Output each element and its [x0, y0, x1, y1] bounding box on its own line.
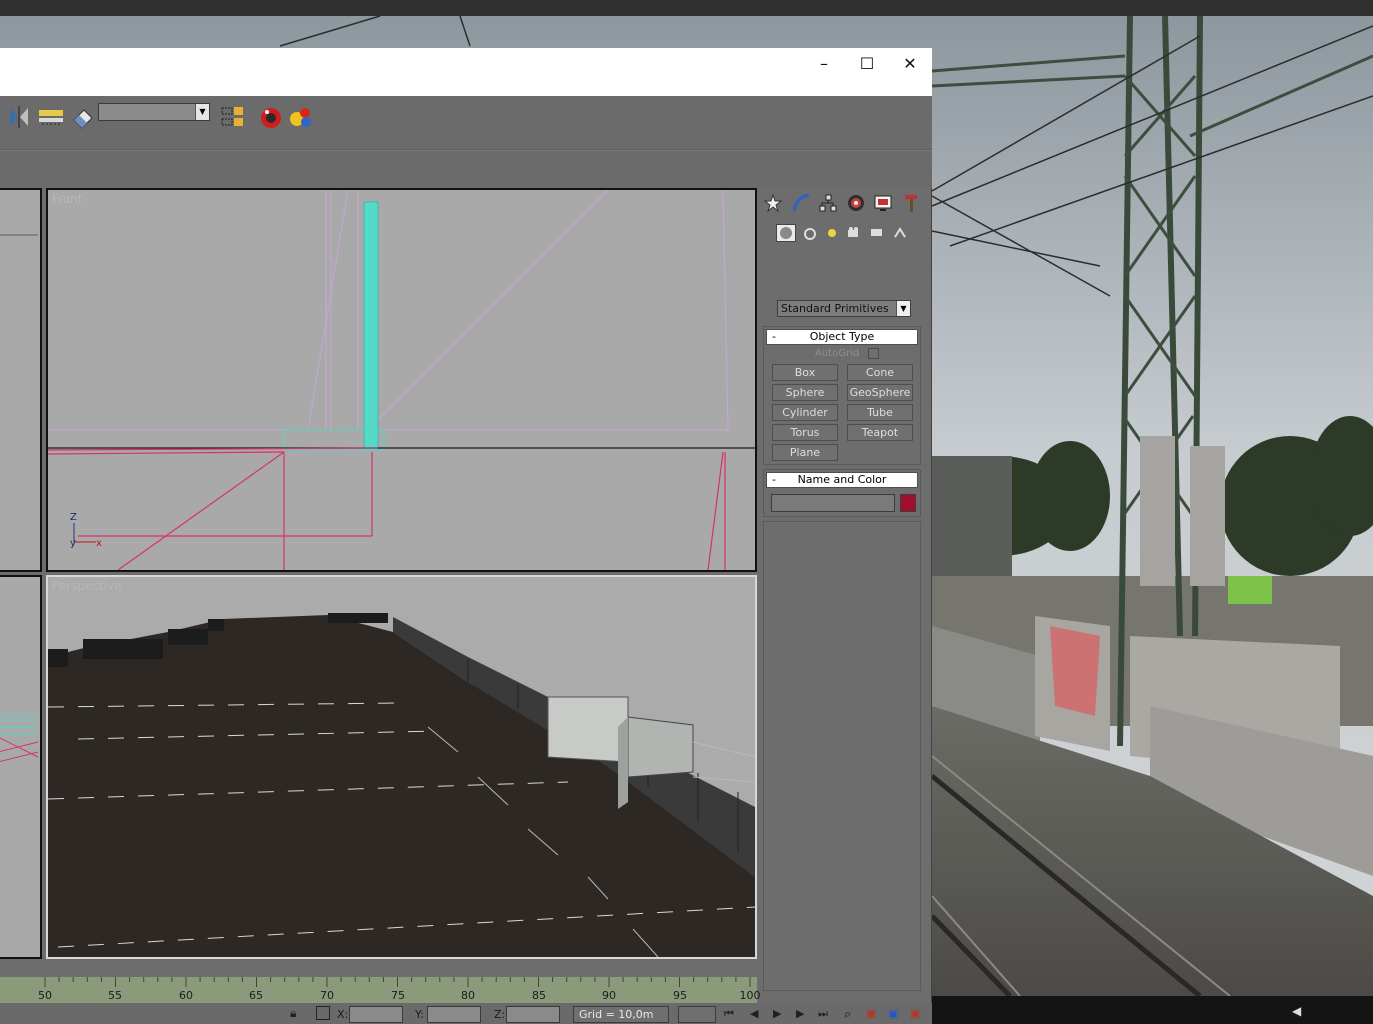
primitive-category-value: Standard Primitives — [781, 302, 889, 315]
front-viewport[interactable]: Front Z y x — [46, 188, 757, 572]
minimize-button[interactable]: – — [802, 48, 846, 78]
volume-icon[interactable]: ◀ — [1292, 1004, 1301, 1018]
next-frame-icon[interactable]: ▶ — [796, 1007, 804, 1020]
z-label: Z: — [494, 1008, 506, 1021]
utilities-tab-icon[interactable] — [899, 192, 923, 214]
app-window: – ☐ ✕ ▼ Front Z y x Perspective Standard… — [0, 48, 932, 1024]
left-viewport[interactable] — [0, 575, 42, 959]
maximize-button[interactable]: ☐ — [845, 48, 889, 78]
name-and-color-header[interactable]: - Name and Color — [766, 472, 918, 488]
tube-button[interactable]: Tube — [847, 404, 913, 421]
x-label: X: — [337, 1008, 349, 1021]
sphere-button[interactable]: Sphere — [772, 384, 838, 401]
autogrid-checkbox[interactable] — [868, 348, 879, 359]
x-coordinate-field[interactable] — [349, 1006, 403, 1023]
tick-label: 85 — [532, 989, 546, 1002]
zoom-all-icon[interactable]: ▣ — [866, 1007, 876, 1020]
track-bar[interactable]: 50 55 60 65 70 75 80 85 90 95 100 — [0, 977, 761, 1003]
eraser-icon[interactable] — [70, 104, 96, 130]
helpers-category-icon[interactable] — [868, 225, 886, 245]
go-to-start-icon[interactable]: ⏮ — [724, 1007, 734, 1021]
main-toolbar: ▼ — [0, 96, 932, 150]
previous-frame-icon[interactable]: ◀ — [750, 1007, 758, 1020]
command-panel: Standard Primitives ▼ - Object Type Auto… — [757, 188, 929, 998]
geosphere-button[interactable]: GeoSphere — [847, 384, 913, 401]
render-setup-icon[interactable] — [258, 104, 284, 130]
named-selection-value — [99, 109, 102, 122]
tick-label: 60 — [179, 989, 193, 1002]
title-bar: – ☐ ✕ — [0, 48, 932, 96]
collapse-icon: - — [772, 473, 776, 486]
top-bar — [0, 0, 1373, 16]
secondary-toolbar — [0, 150, 932, 188]
tick-label: 50 — [38, 989, 52, 1002]
box-button[interactable]: Box — [772, 364, 838, 381]
absolute-mode-icon[interactable] — [316, 1006, 330, 1020]
tick-label: 70 — [320, 989, 334, 1002]
add-time-tag-button[interactable] — [678, 1006, 716, 1023]
object-type-title: Object Type — [809, 330, 875, 343]
tick-label: 95 — [673, 989, 687, 1002]
torus-button[interactable]: Torus — [772, 424, 838, 441]
panel-empty-area — [763, 521, 921, 991]
front-geometry: Z y x — [48, 190, 755, 570]
lock-icon[interactable]: 🔒︎ — [290, 1006, 296, 1021]
autogrid-label: AutoGrid — [815, 348, 860, 359]
hierarchy-tab-icon[interactable] — [816, 192, 840, 214]
cylinder-button[interactable]: Cylinder — [772, 404, 838, 421]
material-editor-icon[interactable] — [288, 104, 314, 130]
grid-size-readout: Grid = 10,0m — [573, 1006, 669, 1023]
status-bar: 🔒︎ X: Y: Z: Grid = 10,0m ⏮ ◀ ▶ ▶ ⏭ ⌕ ▣ ▣… — [0, 1003, 932, 1024]
y-label: Y: — [415, 1008, 424, 1021]
motion-tab-icon[interactable] — [844, 192, 868, 214]
chevron-down-icon[interactable]: ▼ — [195, 104, 209, 120]
screen: ◀ – ☐ ✕ ▼ Front Z y x Perspective Standa… — [0, 0, 1373, 1024]
tick-label: 75 — [391, 989, 405, 1002]
align-icon[interactable] — [38, 104, 64, 130]
object-color-swatch[interactable] — [900, 494, 916, 512]
go-to-end-icon[interactable]: ⏭ — [818, 1007, 828, 1021]
close-button[interactable]: ✕ — [888, 48, 932, 78]
axis-z-label: Z — [70, 512, 77, 523]
y-coordinate-field[interactable] — [427, 1006, 481, 1023]
named-selection-dropdown[interactable]: ▼ — [98, 103, 210, 121]
z-coordinate-field[interactable] — [506, 1006, 560, 1023]
axis-y-label: y — [70, 538, 76, 549]
perspective-geometry — [48, 613, 755, 957]
object-type-header[interactable]: - Object Type — [766, 329, 918, 345]
plane-button[interactable]: Plane — [772, 444, 838, 461]
tick-label: 90 — [602, 989, 616, 1002]
cameras-category-icon[interactable] — [845, 225, 863, 245]
collapse-icon: - — [772, 330, 776, 343]
top-viewport[interactable] — [0, 188, 42, 572]
cone-button[interactable]: Cone — [847, 364, 913, 381]
object-name-field[interactable] — [771, 494, 895, 512]
teapot-button[interactable]: Teapot — [847, 424, 913, 441]
chevron-down-icon[interactable]: ▼ — [896, 301, 910, 316]
tick-label: 80 — [461, 989, 475, 1002]
spacewarps-category-icon[interactable] — [891, 225, 909, 245]
play-icon[interactable]: ▶ — [773, 1007, 781, 1020]
tick-label: 65 — [249, 989, 263, 1002]
name-and-color-title: Name and Color — [797, 473, 887, 486]
media-bottom-bar: ◀ — [932, 996, 1373, 1024]
primitive-category-dropdown[interactable]: Standard Primitives ▼ — [777, 300, 911, 317]
display-tab-icon[interactable] — [871, 192, 895, 214]
lights-category-icon[interactable] — [823, 225, 841, 245]
geometry-category-icon[interactable] — [776, 224, 796, 242]
perspective-viewport[interactable]: Perspective — [46, 575, 757, 959]
axis-x-label: x — [96, 538, 102, 549]
modify-tab-icon[interactable] — [789, 192, 813, 214]
shapes-category-icon[interactable] — [801, 225, 819, 245]
mirror-icon[interactable] — [6, 104, 32, 130]
zoom-extents-icon[interactable]: ▣ — [888, 1007, 898, 1020]
tick-label: 100 — [739, 989, 761, 1002]
create-tab-icon[interactable] — [761, 192, 785, 214]
zoom-icon[interactable]: ⌕ — [844, 1007, 851, 1022]
layer-icon[interactable] — [220, 104, 246, 130]
zoom-extents-all-icon[interactable]: ▣ — [910, 1007, 920, 1020]
tick-label: 55 — [108, 989, 122, 1002]
